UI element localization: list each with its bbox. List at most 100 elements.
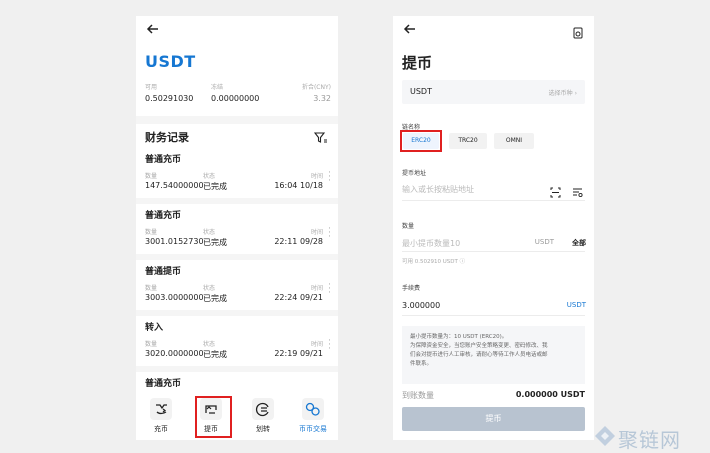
fee-label: 手续费 (402, 285, 421, 292)
record-divider (136, 310, 338, 316)
address-input[interactable]: 输入或长按粘贴地址 (402, 184, 474, 195)
record-type: 普通充币 (145, 211, 182, 221)
record-type: 普通充币 (145, 155, 182, 165)
address-book-icon[interactable] (572, 183, 583, 198)
arrival-value: 0.000000 USDT (515, 390, 585, 399)
records-title: 财务记录 (145, 131, 189, 144)
record-amount: 147.54000000 (145, 181, 204, 190)
record-divider (136, 198, 338, 204)
watermark-text: 聚链网 (618, 428, 681, 452)
record-time: 22:19 09/21 (274, 349, 323, 358)
more-icon[interactable]: · · · (328, 225, 331, 242)
record-amount: 3003.0000000 (145, 293, 204, 302)
back-arrow-icon[interactable] (403, 22, 421, 40)
amount-input[interactable]: 最小提币数量10 (402, 238, 460, 249)
record-type: 普通充币 (145, 379, 182, 389)
record-status: 已完成 (203, 238, 227, 247)
deposit-label: 充币 (154, 425, 168, 433)
address-label: 提币地址 (402, 170, 427, 177)
amount-label: 数量 (145, 173, 158, 180)
record-item[interactable]: 普通充币 数量 状态 时间 147.54000000 已完成 16:04 10/18 ·… (145, 152, 331, 191)
deposit-tab[interactable]: 充币 (141, 398, 181, 438)
record-divider (136, 366, 338, 372)
balance-row: 可用 0.50291030 冻结 0.00000000 折合(CNY) 3.32 (145, 82, 331, 106)
cny-value: 3.32 (313, 94, 331, 103)
amount-label: 数量 (145, 341, 158, 348)
select-coin-label: 选择币种 (548, 90, 573, 97)
select-coin-hint: 选择币种 › (548, 90, 577, 97)
withdraw-submit-button[interactable]: 提币 (402, 407, 585, 431)
more-icon[interactable]: · · · (328, 169, 331, 186)
time-label: 时间 (310, 285, 323, 292)
cny-label: 折合(CNY) (301, 84, 331, 91)
transfer-label: 划转 (256, 425, 270, 433)
arrival-label: 到账数量 (402, 391, 434, 400)
time-label: 时间 (310, 341, 323, 348)
divider (402, 315, 585, 316)
cny-balance: 折合(CNY) 3.32 (302, 82, 331, 103)
record-time: 16:04 10/18 (274, 181, 323, 190)
coin-title: USDT (145, 52, 196, 71)
notice-line: 为保障资金安全，当您账户安全策略变更、密码修改、我 (410, 343, 548, 349)
withdraw-screen: 提币 USDT 选择币种 › 链名称 ERC20 TRC20 OMNI 提币地址… (393, 16, 594, 440)
all-button[interactable]: 全部 (572, 238, 586, 248)
record-item[interactable]: 普通提币 数量 状态 时间 3003.0000000 已完成 22:24 09/21 ·… (145, 264, 331, 303)
coin-selector[interactable]: USDT 选择币种 › (402, 80, 585, 104)
history-icon[interactable] (572, 24, 584, 39)
withdraw-highlight (195, 396, 232, 438)
fee-value: 3.000000 (402, 301, 441, 310)
available-label: 可用 (145, 84, 158, 91)
chain-omni[interactable]: OMNI (494, 133, 534, 149)
more-icon[interactable]: · · · (328, 281, 331, 298)
asset-detail-screen: USDT 可用 0.50291030 冻结 0.00000000 折合(CNY)… (136, 16, 338, 440)
amount-label: 数量 (145, 285, 158, 292)
record-type: 普通提币 (145, 267, 182, 277)
section-divider (136, 116, 338, 124)
more-icon[interactable]: · · · (328, 337, 331, 354)
frozen-label: 冻结 (211, 84, 224, 91)
record-divider (136, 254, 338, 260)
stage: USDT 可用 0.50291030 冻结 0.00000000 折合(CNY)… (0, 0, 710, 453)
amount-unit: USDT (534, 238, 554, 246)
available-text: 可用 0.502910 USDT (402, 259, 458, 265)
notice-line: 们会对提币进行人工审核，请耐心等待工作人员电话或邮 (410, 352, 548, 358)
notice-box: 最小提币数量为：10 USDT (ERC20)。 为保障资金安全，当您账户安全策… (402, 326, 585, 384)
record-amount: 3001.0152730 (145, 237, 204, 246)
available-balance: 可用 0.50291030 (145, 82, 193, 103)
record-item[interactable]: 普通充币 (145, 376, 331, 389)
transfer-icon (252, 398, 274, 420)
trade-icon (302, 398, 324, 420)
filter-icon[interactable] (313, 129, 328, 143)
time-label: 时间 (310, 173, 323, 180)
status-label: 状态 (203, 285, 216, 292)
chain-trc20[interactable]: TRC20 (449, 133, 487, 149)
selected-coin: USDT (410, 87, 432, 96)
available-value: 0.50291030 (145, 94, 194, 103)
trade-tab[interactable]: 币币交易 (293, 398, 333, 438)
frozen-balance: 冻结 0.00000000 (211, 82, 259, 103)
record-item[interactable]: 转入 数量 状态 时间 3020.0000000 已完成 22:19 09/21 · · · (145, 320, 331, 359)
divider (402, 251, 585, 252)
deposit-icon (150, 398, 172, 420)
scan-icon[interactable] (550, 183, 561, 198)
record-status: 已完成 (203, 350, 227, 359)
record-amount: 3020.0000000 (145, 349, 204, 358)
record-item[interactable]: 普通充币 数量 状态 时间 3001.0152730 已完成 22:11 09/28 ·… (145, 208, 331, 247)
record-status: 已完成 (203, 182, 227, 191)
record-type: 转入 (145, 323, 164, 333)
notice-line: 最小提币数量为：10 USDT (ERC20)。 (410, 334, 508, 340)
fee-unit: USDT (566, 301, 586, 309)
record-time: 22:11 09/28 (274, 237, 323, 246)
amount-label: 数量 (402, 223, 415, 230)
divider (402, 200, 585, 201)
frozen-value: 0.00000000 (211, 94, 260, 103)
trade-label: 币币交易 (299, 425, 327, 433)
chain-highlight (400, 130, 442, 152)
available-amount: 可用 0.502910 USDT ⓘ (402, 259, 466, 265)
record-status: 已完成 (203, 294, 227, 303)
page-title: 提币 (402, 54, 433, 72)
transfer-tab[interactable]: 划转 (243, 398, 283, 438)
amount-label: 数量 (145, 229, 158, 236)
action-bar: 充币 提币 划转 币币交易 (136, 394, 338, 440)
back-arrow-icon[interactable] (146, 22, 164, 40)
